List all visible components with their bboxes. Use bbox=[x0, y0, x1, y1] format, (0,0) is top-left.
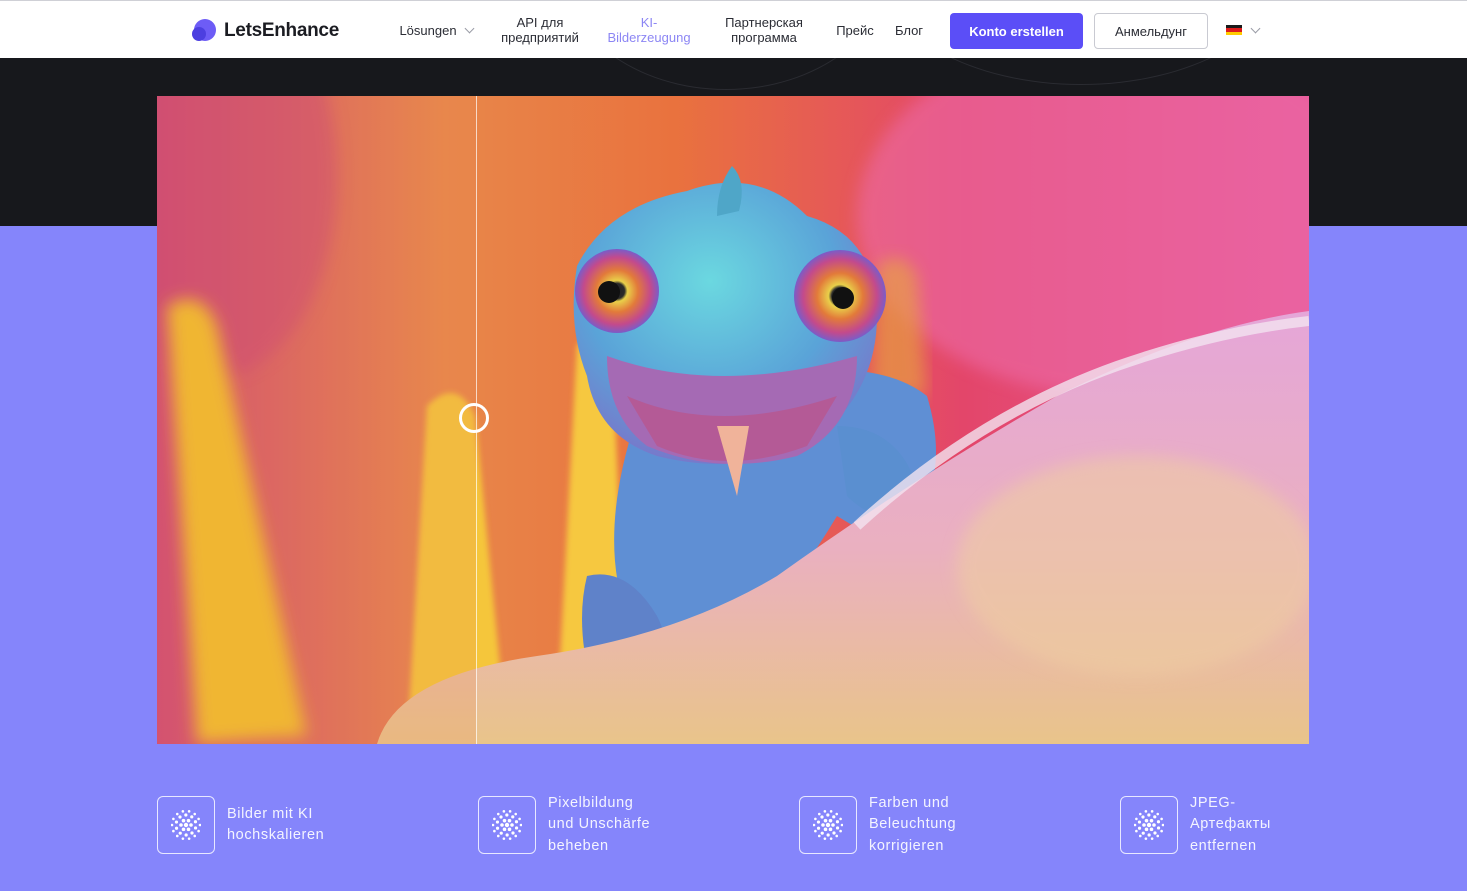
nav-pricing[interactable]: Прейс bbox=[834, 1, 876, 59]
compare-slider-handle[interactable] bbox=[459, 403, 489, 433]
chameleon-illustration bbox=[157, 96, 1309, 744]
feature-label: JPEG- Артефакты entfernen bbox=[1190, 794, 1271, 854]
feature-jpeg-artifacts: JPEG- Артефакты entfernen bbox=[1120, 795, 1271, 855]
dots-circle-icon bbox=[1120, 796, 1178, 854]
nav-ai-image-generation[interactable]: KI- Bilderzeugung bbox=[603, 1, 695, 59]
chevron-down-icon bbox=[464, 23, 475, 33]
login-button[interactable]: Анмельдунг bbox=[1094, 13, 1208, 49]
german-flag-icon bbox=[1226, 25, 1242, 35]
nav-blog[interactable]: Блог bbox=[892, 1, 926, 59]
nav-api[interactable]: API для предприятий bbox=[497, 1, 583, 59]
top-navigation: LetsEnhance Lösungen API для предприятий… bbox=[0, 0, 1467, 58]
logo[interactable]: LetsEnhance bbox=[192, 18, 339, 44]
dots-circle-icon bbox=[478, 796, 536, 854]
brand-name: LetsEnhance bbox=[224, 20, 339, 41]
nav-partner-program[interactable]: Партнерская программа bbox=[718, 1, 810, 59]
nav-solutions-label: Lösungen bbox=[399, 22, 457, 38]
feature-label: Bilder mit KI hochskalieren bbox=[227, 805, 325, 844]
hero-comparison-image bbox=[157, 96, 1309, 744]
chevron-down-icon bbox=[1250, 23, 1261, 33]
create-account-button[interactable]: Konto erstellen bbox=[950, 13, 1083, 49]
logo-icon bbox=[192, 19, 216, 43]
feature-label: Farben und Beleuchtung korrigieren bbox=[869, 794, 957, 854]
language-selector[interactable] bbox=[1226, 23, 1261, 37]
feature-color-lighting: Farben und Beleuchtung korrigieren bbox=[799, 795, 956, 855]
dots-circle-icon bbox=[157, 796, 215, 854]
feature-label: Pixelbildung und Unschärfe beheben bbox=[548, 794, 651, 854]
nav-solutions[interactable]: Lösungen bbox=[396, 1, 476, 59]
dots-circle-icon bbox=[799, 796, 857, 854]
feature-deblur: Pixelbildung und Unschärfe beheben bbox=[478, 795, 650, 855]
feature-upscale: Bilder mit KI hochskalieren bbox=[157, 795, 324, 855]
